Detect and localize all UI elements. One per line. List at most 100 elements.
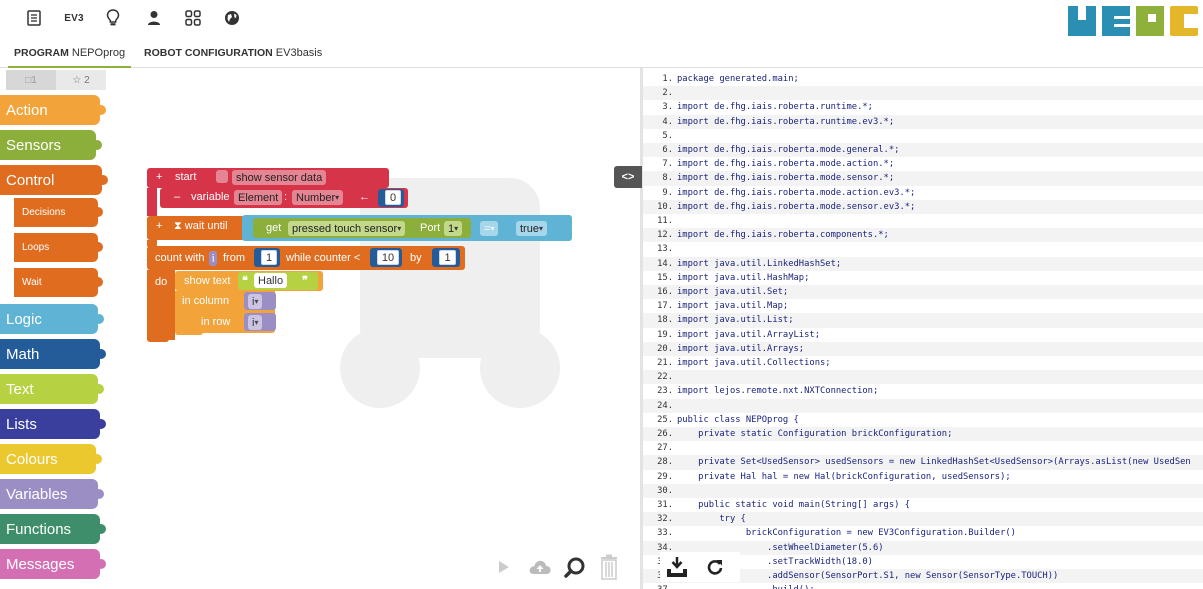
sensor-mode-value: pressed: [292, 222, 332, 235]
toolbox-category-messages[interactable]: Messages: [0, 549, 106, 579]
variable-type-dropdown[interactable]: Number: [292, 190, 344, 205]
code-line: 31. public static void main(String[] arg…: [643, 498, 1203, 512]
code-line-text: import de.fhg.iais.roberta.mode.sensor.e…: [677, 201, 916, 212]
wait-block-plus[interactable]: +: [156, 220, 162, 232]
code-line-text: import java.util.ArrayList;: [677, 329, 820, 340]
variable-name-field[interactable]: Element: [234, 190, 283, 205]
tab-program[interactable]: PROGRAM NEPOprog: [8, 40, 132, 68]
toolbox-subcategory-wait[interactable]: Wait: [14, 268, 103, 297]
toolbox-category-logic[interactable]: Logic: [0, 304, 104, 334]
tab-robot-label: ROBOT CONFIGURATION: [144, 47, 273, 59]
code-line-number: 2.: [662, 88, 673, 99]
code-line: 2.: [643, 86, 1203, 101]
tab-program-label: PROGRAM: [14, 47, 69, 59]
run-program-icon[interactable]: [492, 554, 516, 580]
code-line-text: try {: [677, 514, 746, 525]
column-variable-dropdown[interactable]: i: [248, 294, 263, 309]
generated-code-panel: 1. package generated.main; 2. 3. import de.f…: [643, 68, 1203, 589]
start-block-plus[interactable]: +: [156, 171, 162, 183]
while-value[interactable]: 10: [377, 250, 399, 265]
code-line-text: import java.util.Map;: [677, 301, 789, 312]
code-line-text: import de.fhg.iais.roberta.components.*;: [677, 230, 889, 241]
code-line: 16. import java.util.Set;: [643, 285, 1203, 300]
toolbox-category-sensors[interactable]: Sensors: [0, 130, 102, 160]
code-line-text: import java.util.Set;: [677, 287, 789, 297]
ev3-robot-icon[interactable]: EV3: [60, 6, 88, 30]
lightbulb-icon[interactable]: [104, 6, 122, 30]
code-line-number: 30.: [657, 485, 673, 496]
code-line: 6. import de.fhg.iais.roberta.mode.genera…: [643, 143, 1203, 158]
toolbox-level-expert-tab[interactable]: ☆ 2: [56, 70, 106, 90]
toolbox-level-beginner-tab[interactable]: □1: [6, 70, 56, 90]
row-variable-dropdown[interactable]: i: [248, 315, 263, 330]
code-line: 1. package generated.main;: [643, 72, 1203, 86]
boolean-value-dropdown[interactable]: true: [516, 221, 547, 236]
show-sensor-data-label: show sensor data: [232, 170, 327, 185]
code-line-number: 22.: [657, 372, 673, 383]
code-line: 19. import java.util.ArrayList;: [643, 328, 1203, 342]
from-label: from: [223, 252, 245, 264]
tab-robot-configuration[interactable]: ROBOT CONFIGURATION EV3basis: [138, 40, 328, 68]
toolbox-category-action[interactable]: Action: [0, 95, 106, 125]
code-line-text: import java.util.HashMap;: [677, 272, 810, 283]
code-line-text: private Set<UsedSensor> usedSensors = ne…: [677, 457, 1191, 468]
toolbox-subcategory-loops[interactable]: Loops: [14, 233, 103, 262]
program-list-icon[interactable]: [25, 6, 43, 30]
toolbox-category-math[interactable]: Math: [0, 339, 106, 369]
counter-variable-field[interactable]: i: [209, 251, 218, 266]
code-line: 37. .build();: [643, 583, 1203, 589]
code-line-number: 5.: [662, 130, 673, 141]
refresh-code-icon[interactable]: [702, 554, 728, 580]
variable-minus-icon[interactable]: –: [174, 191, 180, 203]
code-line-text: .build();: [677, 585, 815, 589]
code-line-text: import de.fhg.iais.roberta.mode.general.…: [677, 145, 900, 155]
by-value[interactable]: 1: [439, 250, 456, 265]
count-with-label: count with: [155, 252, 205, 264]
variable-initial-value[interactable]: 0: [385, 190, 401, 205]
code-line-text: public static void main(String[] args) {: [677, 500, 911, 510]
user-icon[interactable]: [145, 6, 163, 30]
download-code-icon[interactable]: [664, 554, 690, 580]
gallery-grid-icon[interactable]: [184, 6, 202, 30]
toolbox-category-colours[interactable]: Colours: [0, 444, 102, 474]
code-line: 33. brickConfiguration = new EV3Configur…: [643, 526, 1203, 540]
language-globe-icon[interactable]: [223, 6, 241, 30]
code-line: 21. import java.util.Collections;: [643, 356, 1203, 370]
code-line-number: 31.: [657, 500, 673, 510]
trash-icon[interactable]: [596, 554, 622, 580]
code-line-number: 4.: [662, 116, 673, 127]
code-line-number: 9.: [662, 187, 673, 198]
show-sensor-data-checkbox[interactable]: [216, 170, 228, 183]
toolbox-category-functions[interactable]: Functions: [0, 514, 106, 544]
get-label: get: [266, 222, 282, 234]
cloud-upload-icon[interactable]: [526, 554, 554, 580]
code-line-number: 37.: [643, 583, 677, 589]
code-line-number: 23.: [657, 386, 673, 397]
port-dropdown[interactable]: 1: [444, 221, 463, 236]
toolbox-category-text[interactable]: Text: [0, 374, 104, 404]
code-line: 32. try {: [643, 512, 1203, 527]
code-line-number: 12.: [657, 230, 673, 241]
code-line-number: 10.: [657, 201, 673, 212]
code-line: 27.: [643, 441, 1203, 455]
toolbox-category-lists[interactable]: Lists: [0, 409, 106, 439]
show-text-label: show text: [184, 275, 231, 287]
code-line: 15. import java.util.HashMap;: [643, 271, 1203, 285]
toolbox-subcategory-decisions[interactable]: Decisions: [14, 198, 103, 227]
sensor-mode-dropdown[interactable]: pressed touch sensor: [288, 221, 406, 236]
compare-operator-dropdown[interactable]: =: [480, 221, 499, 236]
zoom-magnifier-icon[interactable]: [562, 554, 588, 580]
code-line: 7. import de.fhg.iais.roberta.mode.action…: [643, 157, 1203, 171]
start-block-label: start: [175, 171, 197, 183]
toggle-code-view-button[interactable]: <>: [614, 166, 642, 188]
code-line-number: 32.: [657, 514, 673, 525]
from-value[interactable]: 1: [261, 250, 277, 265]
text-value-field[interactable]: Hallo: [254, 273, 288, 288]
code-line-text: import java.util.List;: [677, 315, 794, 326]
toolbox-category-variables[interactable]: Variables: [0, 479, 104, 509]
code-line: 11.: [643, 214, 1203, 228]
blockly-workspace[interactable]: + start show sensor data – variable Elem…: [120, 68, 640, 589]
code-line-text: import de.fhg.iais.roberta.mode.action.*…: [677, 159, 895, 170]
toolbox-category-control[interactable]: Control: [0, 165, 108, 195]
variable-assign-arrow: ←: [359, 191, 370, 203]
